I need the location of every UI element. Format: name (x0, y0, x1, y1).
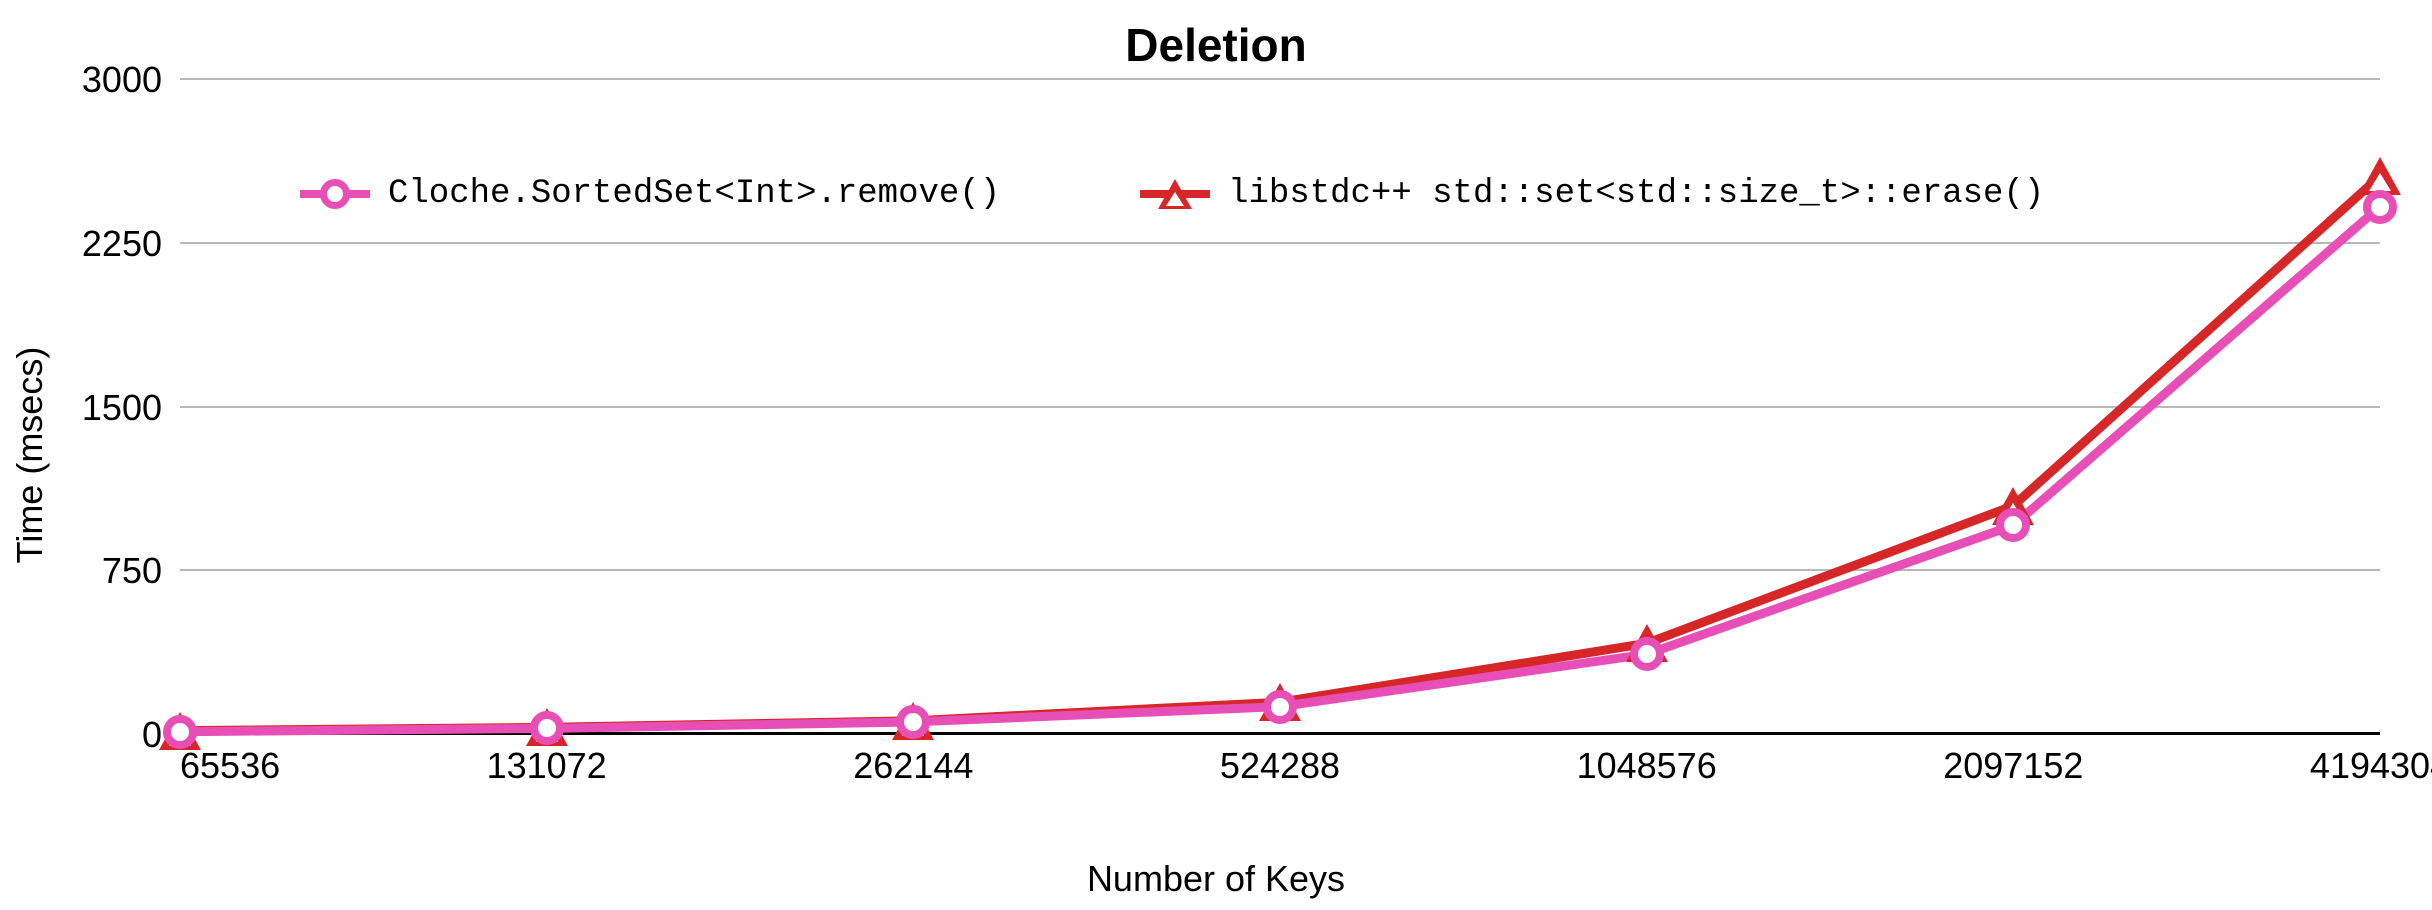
y-tick-label: 3000 (82, 59, 162, 101)
plot-area: 3000 2250 1500 750 0 65536 131072 262144… (180, 80, 2380, 735)
y-axis-label: Time (msecs) (9, 347, 51, 564)
x-tick-label: 1048576 (1577, 745, 1717, 787)
series-line-libstdcpp (180, 176, 2380, 731)
x-tick-label: 131072 (487, 745, 607, 787)
x-tick-label: 4194304 (2310, 745, 2432, 787)
x-axis-label: Number of Keys (0, 858, 2432, 900)
legend: Cloche.SortedSet<Int>.remove() libstdc++… (300, 174, 2044, 214)
y-tick-label: 2250 (82, 223, 162, 265)
x-tick-label: 524288 (1220, 745, 1340, 787)
legend-item-libstdcpp: libstdc++ std::set<std::size_t>::erase() (1140, 174, 2044, 214)
x-tick-label: 65536 (180, 745, 280, 787)
circle-marker (1996, 508, 2030, 542)
y-tick-label: 1500 (82, 387, 162, 429)
legend-swatch (300, 174, 370, 214)
circle-marker (163, 715, 197, 749)
chart-title: Deletion (0, 18, 2432, 72)
x-tick-label: 2097152 (1943, 745, 2083, 787)
circle-marker (896, 705, 930, 739)
circle-marker (1263, 690, 1297, 724)
circle-marker (530, 711, 564, 745)
legend-swatch (1140, 174, 1210, 214)
y-tick-label: 750 (102, 550, 162, 592)
legend-label: Cloche.SortedSet<Int>.remove() (388, 175, 1000, 213)
legend-label: libstdc++ std::set<std::size_t>::erase() (1228, 175, 2044, 213)
deletion-chart: Deletion Time (msecs) Number of Keys 300… (0, 0, 2432, 910)
circle-marker (1630, 637, 1664, 671)
legend-item-cloche: Cloche.SortedSet<Int>.remove() (300, 174, 1000, 214)
x-tick-label: 262144 (853, 745, 973, 787)
circle-marker (2363, 190, 2397, 224)
